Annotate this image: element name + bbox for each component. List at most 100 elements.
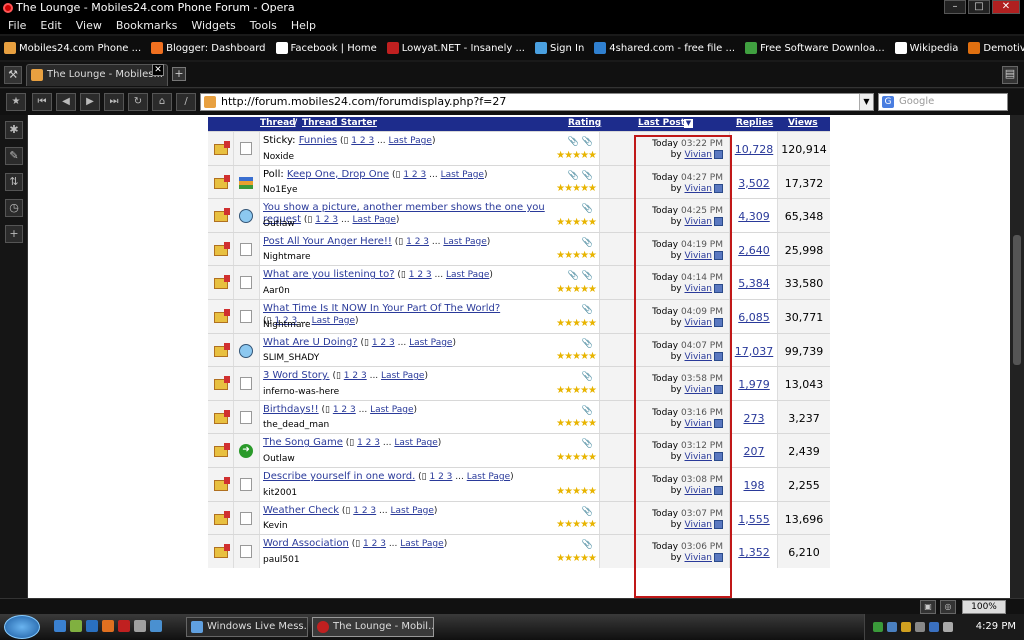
last-page-link[interactable]: Last Page [391,506,434,516]
reload-icon[interactable]: ↻ [128,93,148,111]
last-post-user-link[interactable]: Vivian [684,217,712,227]
thread-title-link[interactable]: Describe yourself in one word. [263,471,415,482]
page-numbers-link[interactable]: 1 2 3 [372,338,395,348]
page-numbers-link[interactable]: 1 2 3 [363,539,386,549]
thread-folder-icon[interactable] [214,476,230,491]
go-to-last-post-icon[interactable] [714,519,723,529]
bookmarks-panel-icon[interactable]: ✱ [5,121,23,139]
go-to-last-post-icon[interactable] [714,183,723,193]
last-page-link[interactable]: Last Page [381,371,424,381]
page-numbers-link[interactable]: 1 2 3 [315,215,338,225]
last-post-user-link[interactable]: Vivian [684,553,712,563]
opera-quicklaunch-icon[interactable] [118,620,130,632]
thread-starter[interactable]: Nightmare [263,320,311,330]
minimize-button[interactable]: – [944,0,966,14]
tray-icon[interactable] [901,622,911,632]
thread-starter[interactable]: the_dead_man [263,420,329,430]
replies-link[interactable]: 10,728 [735,143,774,156]
thread-title-link[interactable]: What Time Is It NOW In Your Part Of The … [263,303,500,314]
bookmark-item[interactable]: Demotivational Posters... [968,42,1024,54]
thread-title-link[interactable]: Keep One, Drop One [287,169,389,180]
last-post-user-link[interactable]: Vivian [684,184,712,194]
widgets-icon[interactable]: ◎ [940,600,956,614]
menu-item-view[interactable]: View [76,19,102,32]
thread-title-link[interactable]: What Are U Doing? [263,337,358,348]
thread-starter[interactable]: Outlaw [263,219,295,229]
last-page-link[interactable]: Last Page [446,270,489,280]
scrollbar-thumb[interactable] [1013,235,1021,365]
forward-icon[interactable]: ▶ [80,93,100,111]
thread-starter[interactable]: kit2001 [263,488,297,498]
last-page-link[interactable]: Last Page [441,170,484,180]
last-page-link[interactable]: Last Page [409,338,452,348]
last-page-link[interactable]: Last Page [370,405,413,415]
thread-folder-icon[interactable] [214,141,230,155]
bookmark-item[interactable]: 4shared.com - free file ... [594,42,735,54]
replies-link[interactable]: 198 [744,479,765,492]
close-button[interactable]: ✕ [992,0,1020,14]
last-page-link[interactable]: Last Page [352,215,395,225]
start-button[interactable] [4,615,40,639]
last-page-link[interactable]: Last Page [389,136,432,146]
go-to-last-post-icon[interactable] [714,351,723,361]
page-numbers-link[interactable]: 1 2 3 [353,506,376,516]
bookmark-item[interactable]: Mobiles24.com Phone ... [4,42,141,54]
thread-folder-icon[interactable] [214,342,230,357]
thread-title-link[interactable]: Birthdays!! [263,404,319,415]
thread-folder-icon[interactable] [214,510,230,525]
page-numbers-link[interactable]: 1 2 3 [409,270,432,280]
thread-folder-icon[interactable] [214,376,230,391]
replies-link[interactable]: 2,640 [738,244,770,257]
media-quicklaunch-icon[interactable] [150,620,162,632]
thread-starter[interactable]: Kevin [263,521,288,531]
volume-icon[interactable] [943,622,953,632]
replies-link[interactable]: 273 [744,412,765,425]
bookmark-item[interactable]: Wikipedia [894,42,958,54]
tab-the-lounge[interactable]: The Lounge - Mobiles... [26,64,168,86]
panels-icon[interactable]: ★ [6,93,26,111]
menu-item-file[interactable]: File [8,19,26,32]
history-panel-icon[interactable]: ◷ [5,199,23,217]
edit-icon[interactable]: / [176,93,196,111]
chevron-down-icon[interactable]: ▼ [859,94,873,110]
thread-folder-icon[interactable] [214,443,230,458]
notes-panel-icon[interactable]: ✎ [5,147,23,165]
thread-starter[interactable]: Noxide [263,152,294,162]
thread-title-link[interactable]: Funnies [299,135,337,146]
thread-folder-icon[interactable] [214,544,230,559]
taskbar-opera[interactable]: The Lounge - Mobil... [312,617,434,637]
rewind-icon[interactable]: ⏮ [32,93,52,111]
transfers-panel-icon[interactable]: ⇅ [5,173,23,191]
last-post-user-link[interactable]: Vivian [684,284,712,294]
network-icon[interactable] [929,622,939,632]
replies-link[interactable]: 1,555 [738,513,770,526]
go-to-last-post-icon[interactable] [714,250,723,260]
bookmark-item[interactable]: Blogger: Dashboard [151,42,266,54]
thread-title-link[interactable]: Word Association [263,538,349,549]
replies-link[interactable]: 5,384 [738,277,770,290]
replies-link[interactable]: 207 [744,445,765,458]
last-post-user-link[interactable]: Vivian [684,318,712,328]
header-last-post[interactable]: Last Post [638,118,685,128]
go-to-last-post-icon[interactable] [714,217,723,227]
page-numbers-link[interactable]: 1 2 3 [344,371,367,381]
thread-title-link[interactable]: You show a picture, another member shows… [263,202,545,213]
go-to-last-post-icon[interactable] [714,553,723,563]
replies-link[interactable]: 3,502 [738,177,770,190]
header-rating[interactable]: Rating [568,118,601,128]
go-to-last-post-icon[interactable] [714,385,723,395]
header-thread[interactable]: Thread [260,118,296,128]
taskbar-messenger[interactable]: Windows Live Mess... [186,617,308,637]
thread-folder-icon[interactable] [214,308,230,323]
go-to-last-post-icon[interactable] [714,150,723,159]
search-input[interactable]: G Google [878,93,1008,111]
thread-folder-icon[interactable] [214,174,230,189]
last-page-link[interactable]: Last Page [394,438,437,448]
last-post-user-link[interactable]: Vivian [684,452,712,462]
replies-link[interactable]: 6,085 [738,311,770,324]
panel-toggle-icon[interactable]: ⚒ [4,66,22,84]
tab-close-icon[interactable]: ✕ [152,64,164,76]
last-post-user-link[interactable]: Vivian [684,251,712,261]
last-post-user-link[interactable]: Vivian [684,352,712,362]
thread-title-link[interactable]: Post All Your Anger Here!! [263,236,392,247]
